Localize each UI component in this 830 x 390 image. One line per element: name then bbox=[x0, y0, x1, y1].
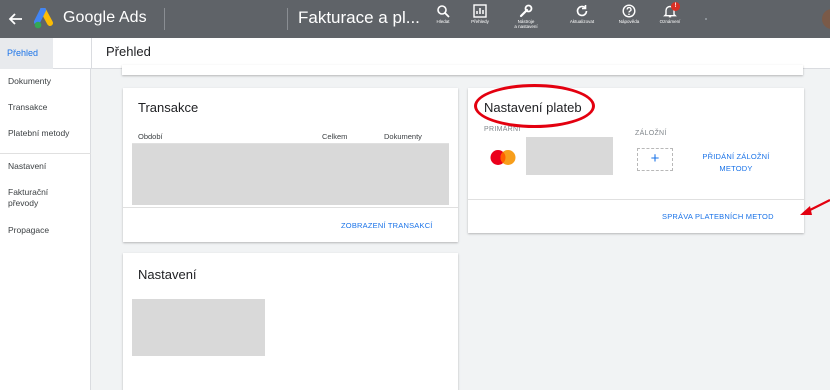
redacted-table-area bbox=[132, 144, 449, 205]
main-content: Transakce Období Celkem Dokumenty ZOBRAZ… bbox=[92, 65, 830, 390]
view-transactions-link[interactable]: ZOBRAZENÍ TRANSAKCÍ bbox=[341, 221, 433, 230]
tools-settings-label: Nástroje a nastavení bbox=[514, 19, 538, 29]
page-title: Přehled bbox=[106, 44, 151, 59]
add-backup-method-link[interactable]: PŘIDÁNÍ ZÁLOŽNÍ METODY bbox=[691, 151, 781, 175]
column-header-documents: Dokumenty bbox=[384, 132, 422, 141]
reports-button[interactable]: Přehledy bbox=[458, 4, 502, 36]
sidebar: Dokumenty Transakce Platební metody Nast… bbox=[0, 69, 91, 390]
notification-badge: ! bbox=[671, 2, 680, 11]
sidebar-item-overview-selected[interactable]: Přehled bbox=[0, 38, 53, 69]
reports-label: Přehledy bbox=[471, 19, 489, 24]
refresh-button[interactable]: Aktualizovat bbox=[560, 4, 604, 36]
transactions-title: Transakce bbox=[138, 100, 199, 115]
annotation-ellipse bbox=[474, 84, 595, 128]
divider bbox=[468, 199, 804, 200]
column-header-period: Období bbox=[138, 132, 163, 141]
account-page-title[interactable]: Fakturace a pl... bbox=[298, 8, 420, 28]
primary-label: PRIMÁRNÍ bbox=[484, 126, 521, 133]
help-button[interactable]: Nápověda bbox=[607, 4, 651, 36]
summary-card-partial bbox=[122, 65, 803, 75]
mastercard-icon bbox=[490, 150, 516, 165]
help-icon bbox=[622, 4, 636, 18]
brand-name: Google Ads bbox=[63, 9, 147, 26]
sidebar-item-billing-transfers[interactable]: Fakturační převody bbox=[8, 187, 78, 209]
redacted-settings-area bbox=[132, 299, 265, 356]
add-backup-plus-button[interactable]: + bbox=[637, 148, 673, 171]
divider bbox=[123, 207, 458, 208]
backup-label: ZÁLOŽNÍ bbox=[635, 130, 667, 137]
manage-payment-methods-link[interactable]: SPRÁVA PLATEBNÍCH METOD bbox=[662, 212, 774, 221]
separator-dot bbox=[705, 18, 707, 20]
column-header-total: Celkem bbox=[322, 132, 348, 141]
refresh-label: Aktualizovat bbox=[569, 19, 595, 24]
redacted-primary-method bbox=[526, 137, 613, 175]
notifications-label: Oznámení bbox=[659, 19, 681, 24]
reports-icon bbox=[473, 4, 487, 18]
divider bbox=[287, 8, 288, 30]
sidebar-item-payment-methods[interactable]: Platební metody bbox=[8, 128, 69, 139]
sidebar-item-settings[interactable]: Nastavení bbox=[8, 161, 46, 172]
divider bbox=[164, 8, 165, 30]
search-icon bbox=[437, 5, 450, 18]
notifications-button[interactable]: ! Oznámení bbox=[648, 2, 692, 36]
selected-nav-label: Přehled bbox=[7, 48, 39, 58]
transactions-card: Transakce Období Celkem Dokumenty ZOBRAZ… bbox=[123, 88, 458, 242]
annotation-arrow-icon bbox=[800, 199, 830, 215]
sidebar-item-documents[interactable]: Dokumenty bbox=[8, 76, 51, 87]
divider bbox=[91, 38, 92, 69]
sidebar-item-transactions[interactable]: Transakce bbox=[8, 102, 47, 113]
google-ads-logo-icon bbox=[34, 8, 53, 29]
avatar[interactable] bbox=[822, 9, 830, 29]
settings-card: Nastavení bbox=[123, 253, 458, 390]
divider bbox=[0, 153, 91, 154]
wrench-icon bbox=[519, 4, 533, 18]
back-arrow-icon[interactable] bbox=[6, 9, 26, 29]
tools-settings-button[interactable]: Nástroje a nastavení bbox=[504, 4, 548, 36]
top-app-bar: Google Ads Fakturace a pl... Hledat Přeh… bbox=[0, 0, 830, 38]
sidebar-item-promotions[interactable]: Propagace bbox=[8, 225, 49, 236]
settings-title: Nastavení bbox=[138, 267, 197, 282]
refresh-icon bbox=[576, 5, 588, 17]
help-label: Nápověda bbox=[618, 19, 640, 24]
